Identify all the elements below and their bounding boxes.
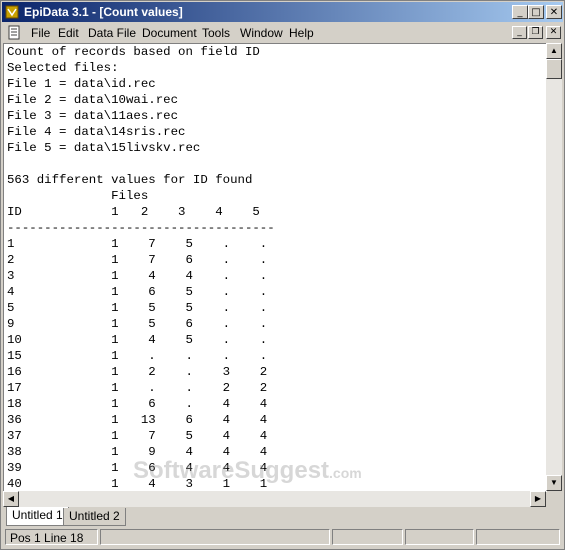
editor-line: 2 1 7 6 . .	[7, 253, 268, 267]
menu-data-file[interactable]: Data File	[88, 26, 136, 40]
editor-line: ID 1 2 3 4 5	[7, 205, 260, 219]
vertical-scroll-thumb[interactable]	[546, 59, 562, 79]
tab-untitled-2[interactable]: Untitled 2	[63, 508, 126, 526]
editor-line: 36 1 13 6 4 4	[7, 413, 268, 427]
editor-line: File 3 = data\11aes.rec	[7, 109, 179, 123]
editor-line: 3 1 4 4 . .	[7, 269, 268, 283]
horizontal-scrollbar[interactable]: ◀ ▶	[3, 491, 546, 507]
maximize-button[interactable]: □	[528, 5, 544, 19]
menu-file[interactable]: File	[31, 26, 50, 40]
app-window: EpiData 3.1 - [Count values] _ □ ✕ File …	[0, 0, 565, 550]
scroll-down-button[interactable]: ▼	[546, 475, 562, 491]
menu-edit[interactable]: Edit	[58, 26, 79, 40]
text-editor[interactable]: Count of records based on field ID Selec…	[3, 43, 547, 492]
editor-line: 4 1 6 5 . .	[7, 285, 268, 299]
menu-document[interactable]: Document	[142, 26, 197, 40]
tab-untitled-1[interactable]: Untitled 1	[6, 507, 69, 526]
editor-line: 18 1 6 . 4 4	[7, 397, 268, 411]
child-restore-button[interactable]: ❐	[528, 26, 543, 39]
editor-line: File 2 = data\10wai.rec	[7, 93, 179, 107]
editor-line: Selected files:	[7, 61, 119, 75]
editor-line: 563 different values for ID found	[7, 173, 253, 187]
menu-tools[interactable]: Tools	[202, 26, 230, 40]
editor-line: 17 1 . . 2 2	[7, 381, 268, 395]
status-panel	[332, 529, 403, 545]
watermark: SoftwareSuggest.com	[133, 457, 362, 485]
menu-bar: File Edit Data File Document Tools Windo…	[2, 23, 563, 42]
editor-line: 10 1 4 5 . .	[7, 333, 268, 347]
vertical-scrollbar[interactable]: ▲ ▼	[546, 43, 562, 491]
document-tabs: Untitled 1 Untitled 2	[3, 507, 562, 527]
menu-window[interactable]: Window	[240, 26, 283, 40]
window-title: EpiData 3.1 - [Count values]	[24, 5, 183, 19]
document-icon[interactable]	[7, 25, 22, 40]
editor-line: Files	[7, 189, 149, 203]
editor-line: File 4 = data\14sris.rec	[7, 125, 186, 139]
status-bar: Pos 1 Line 18	[3, 528, 562, 547]
status-panel	[100, 529, 330, 545]
editor-line: 16 1 2 . 3 2	[7, 365, 268, 379]
epidata-app-icon	[5, 5, 19, 19]
close-button[interactable]: ✕	[546, 5, 562, 19]
watermark-suffix: .com	[329, 465, 362, 481]
minimize-button[interactable]: _	[512, 5, 528, 19]
editor-line: File 1 = data\id.rec	[7, 77, 156, 91]
status-panel	[476, 529, 560, 545]
cursor-position: Pos 1 Line 18	[5, 529, 98, 545]
editor-line: ------------------------------------	[7, 221, 275, 235]
editor-line: 37 1 7 5 4 4	[7, 429, 268, 443]
scroll-left-button[interactable]: ◀	[3, 491, 19, 507]
editor-line: File 5 = data\15livskv.rec	[7, 141, 201, 155]
editor-line: 1 1 7 5 . .	[7, 237, 268, 251]
scroll-right-button[interactable]: ▶	[530, 491, 546, 507]
child-close-button[interactable]: ✕	[546, 26, 561, 39]
title-bar[interactable]: EpiData 3.1 - [Count values] _ □ ✕	[2, 2, 563, 22]
scroll-up-button[interactable]: ▲	[546, 43, 562, 59]
watermark-text: SoftwareSuggest	[133, 457, 330, 484]
editor-line: Count of records based on field ID	[7, 45, 260, 59]
editor-line: 15 1 . . . .	[7, 349, 268, 363]
status-panel	[405, 529, 474, 545]
menu-help[interactable]: Help	[289, 26, 314, 40]
editor-line: 9 1 5 6 . .	[7, 317, 268, 331]
editor-line: 5 1 5 5 . .	[7, 301, 268, 315]
child-minimize-button[interactable]: _	[512, 26, 527, 39]
